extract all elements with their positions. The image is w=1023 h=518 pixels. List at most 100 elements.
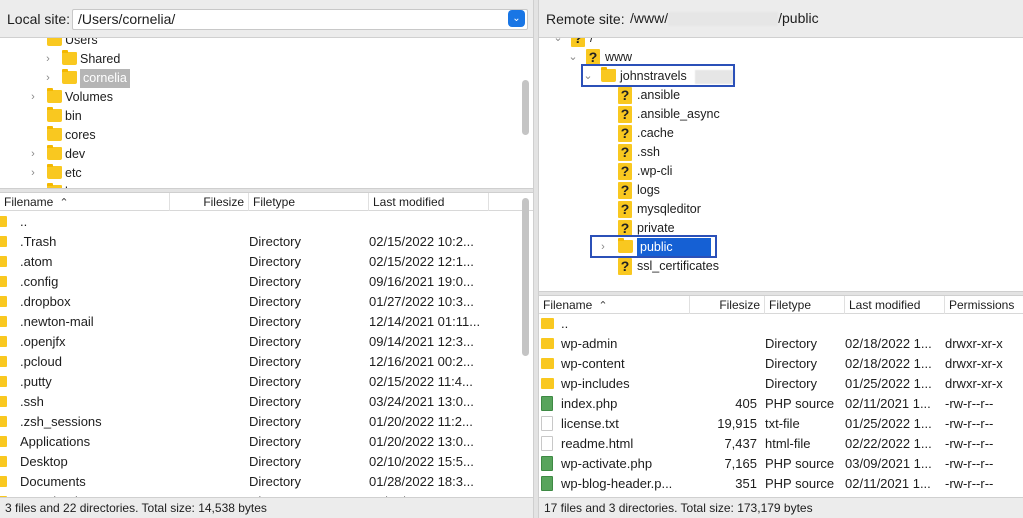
cell-size: 351 (735, 476, 757, 491)
cell-name: .openjfx (20, 334, 66, 349)
column-header-permissions[interactable]: Permissions (945, 296, 1023, 314)
file-row[interactable]: .Trash Directory 02/15/2022 10:2... (0, 232, 533, 252)
file-row[interactable]: wp-activate.php 7,165 PHP source 03/09/2021… (539, 454, 1023, 474)
remote-tree-item--ssh[interactable]: ? .ssh (539, 143, 1023, 162)
tree-item-dev[interactable]: › dev (0, 145, 510, 164)
column-header-filetype[interactable]: Filetype (249, 193, 369, 211)
folder-icon (0, 376, 7, 387)
tree-item-bin[interactable]: bin (0, 107, 510, 126)
file-row[interactable]: license.txt 19,915 txt-file 01/25/2022 1...… (539, 414, 1023, 434)
cell-name: wp-blog-header.p... (561, 476, 673, 491)
cell-type: PHP source (765, 396, 835, 411)
column-header-filetype[interactable]: Filetype (765, 296, 845, 314)
cell-name: .Trash (20, 234, 57, 249)
file-row[interactable]: .zsh_sessions Directory 01/20/2022 11:2... (0, 412, 533, 432)
file-row[interactable]: .openjfx Directory 09/14/2021 12:3... (0, 332, 533, 352)
file-row[interactable]: .config Directory 09/16/2021 19:0... (0, 272, 533, 292)
tree-item-label: Shared (80, 52, 121, 66)
file-row[interactable]: index.php 405 PHP source 02/11/2021 1... -rw… (539, 394, 1023, 414)
file-row[interactable]: Documents Directory 01/28/2022 18:3... (0, 472, 533, 492)
local-site-dropdown-button[interactable]: ⌄ (508, 10, 525, 27)
file-row[interactable]: Applications Directory 01/20/2022 13:0... (0, 432, 533, 452)
local-directory-tree: Users › Shared › cornelia › Volumes bin cores › de… (0, 38, 533, 188)
column-header-filename[interactable]: Filename ⌃ (0, 193, 170, 211)
tree-item-users[interactable]: Users (0, 38, 510, 50)
tree-item-label: .ansible_async (637, 107, 720, 121)
chevron-right-icon[interactable]: › (28, 164, 38, 183)
file-row[interactable]: wp-blog-header.p... 351 PHP source 02/11/20… (539, 474, 1023, 494)
remote-tree-item-mysqleditor[interactable]: ? mysqleditor (539, 200, 1023, 219)
remote-tree-item--ansible[interactable]: ? .ansible (539, 86, 1023, 105)
tree-item-label: .cache (637, 126, 674, 140)
cell-type: PHP source (765, 476, 835, 491)
chevron-right-icon[interactable]: › (43, 50, 53, 69)
column-header-filesize[interactable]: Filesize (690, 296, 765, 314)
remote-site-path-input[interactable]: /www/ /public (625, 9, 1019, 30)
unknown-folder-icon: ? (618, 163, 632, 180)
remote-tree-item--wp-cli[interactable]: ? .wp-cli (539, 162, 1023, 181)
column-header-last-modified[interactable]: Last modified (369, 193, 489, 211)
cell-name: license.txt (561, 416, 619, 431)
file-row[interactable]: wp-admin Directory 02/18/2022 1... drwxr-xr… (539, 334, 1023, 354)
local-list-scrollbar[interactable] (522, 198, 529, 356)
chevron-down-icon[interactable]: ⌄ (568, 48, 578, 67)
file-row[interactable]: .ssh Directory 03/24/2021 13:0... (0, 392, 533, 412)
column-header-filename[interactable]: Filename ⌃ (539, 296, 690, 314)
cell-name: .zsh_sessions (20, 414, 102, 429)
tree-item-cores[interactable]: cores (0, 126, 510, 145)
cell-perms: -rw-r--r-- (945, 436, 994, 451)
tree-item-shared[interactable]: › Shared (0, 50, 510, 69)
highlight-box (590, 235, 717, 258)
folder-icon (47, 38, 62, 46)
file-row[interactable]: .newton-mail Directory 12/14/2021 01:11... (0, 312, 533, 332)
cell-modified: 02/22/2022 1... (845, 436, 932, 451)
chevron-down-icon: ⌄ (512, 13, 521, 24)
local-site-bar: Local site: /Users/cornelia/ ⌄ (0, 0, 533, 38)
local-tree-scrollbar[interactable] (522, 80, 529, 135)
tree-item-volumes[interactable]: › Volumes (0, 88, 510, 107)
local-site-path-input[interactable]: /Users/cornelia/ (72, 9, 528, 30)
remote-tree-item-public[interactable]: › public (539, 235, 1023, 258)
file-row[interactable]: .pcloud Directory 12/16/2021 00:2... (0, 352, 533, 372)
cell-modified: 01/27/2022 10:3... (369, 294, 474, 309)
unknown-folder-icon: ? (618, 144, 632, 161)
folder-icon (0, 456, 7, 467)
remote-list-header: Filename ⌃ Filesize Filetype Last modifie… (539, 296, 1023, 314)
tree-item-etc[interactable]: › etc (0, 164, 510, 183)
folder-icon (0, 396, 7, 407)
chevron-right-icon[interactable]: › (43, 69, 53, 88)
tree-item-cornelia[interactable]: › cornelia (0, 69, 510, 88)
cell-type: Directory (249, 354, 302, 369)
cell-type: Directory (249, 254, 302, 269)
folder-icon (0, 416, 7, 427)
chevron-down-icon[interactable]: ⌄ (553, 38, 563, 48)
column-header-last-modified[interactable]: Last modified (845, 296, 945, 314)
file-row[interactable]: .atom Directory 02/15/2022 12:1... (0, 252, 533, 272)
file-row[interactable]: readme.html 7,437 html-file 02/22/2022 1...… (539, 434, 1023, 454)
cell-name: readme.html (561, 436, 634, 451)
file-row[interactable]: .. (539, 314, 1023, 334)
column-header-filesize[interactable]: Filesize (170, 193, 249, 211)
remote-tree-item-ssl-certificates[interactable]: ? ssl_certificates (539, 257, 1023, 276)
remote-tree-item--ansible-async[interactable]: ? .ansible_async (539, 105, 1023, 124)
chevron-right-icon[interactable]: › (28, 88, 38, 107)
remote-tree-item-logs[interactable]: ? logs (539, 181, 1023, 200)
folder-icon (0, 436, 7, 447)
file-row[interactable]: wp-content Directory 02/18/2022 1... drwxr-… (539, 354, 1023, 374)
cell-name: Applications (20, 434, 91, 449)
tree-item-label: mysqleditor (637, 202, 701, 216)
cell-modified: 02/10/2022 15:5... (369, 454, 474, 469)
file-row[interactable]: wp-includes Directory 01/25/2022 1... drwxr… (539, 374, 1023, 394)
file-row[interactable]: .putty Directory 02/15/2022 11:4... (0, 372, 533, 392)
file-row[interactable]: .dropbox Directory 01/27/2022 10:3... (0, 292, 533, 312)
folder-icon (0, 476, 7, 487)
redacted-domain (668, 12, 779, 27)
file-row[interactable]: .. (0, 212, 533, 232)
folder-icon (0, 356, 7, 367)
remote-tree-item-root[interactable]: ⌄? / (539, 38, 1023, 48)
chevron-right-icon[interactable]: › (28, 145, 38, 164)
file-row[interactable]: Desktop Directory 02/10/2022 15:5... (0, 452, 533, 472)
remote-tree-item-johnstravels[interactable]: ⌄ johnstravels (539, 64, 1023, 87)
remote-tree-item--cache[interactable]: ? .cache (539, 124, 1023, 143)
tree-item-label: .wp-cli (637, 164, 673, 178)
